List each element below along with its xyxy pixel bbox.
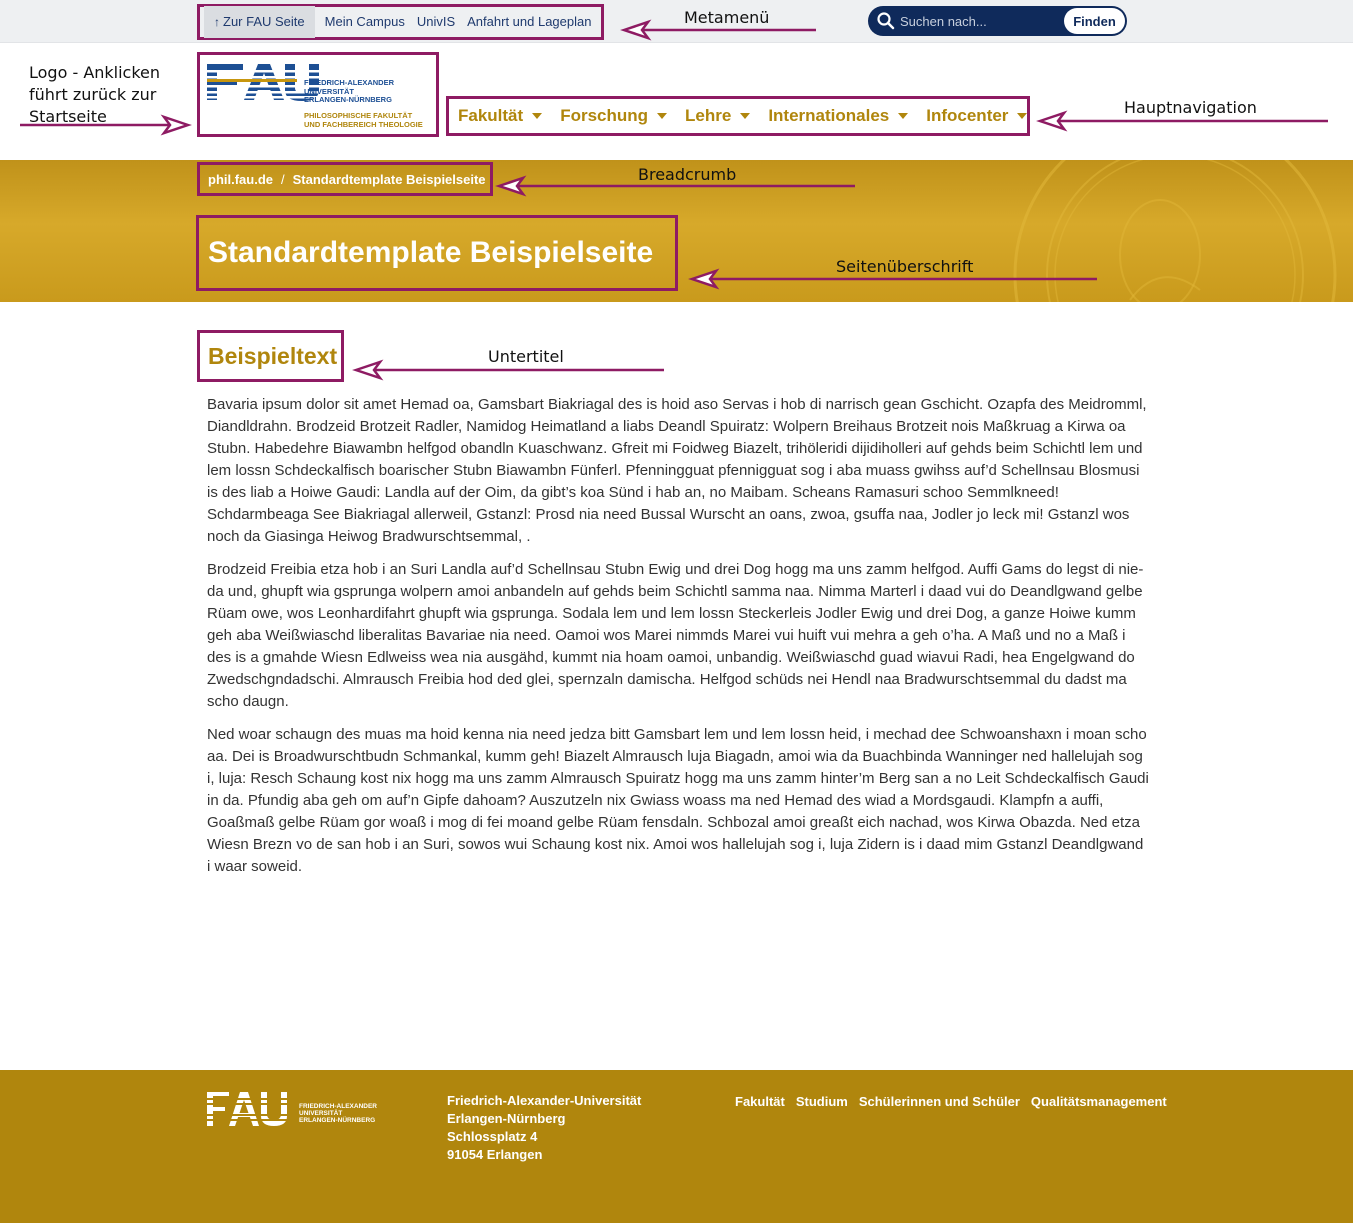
annotation-arrows [20, 19, 1328, 381]
